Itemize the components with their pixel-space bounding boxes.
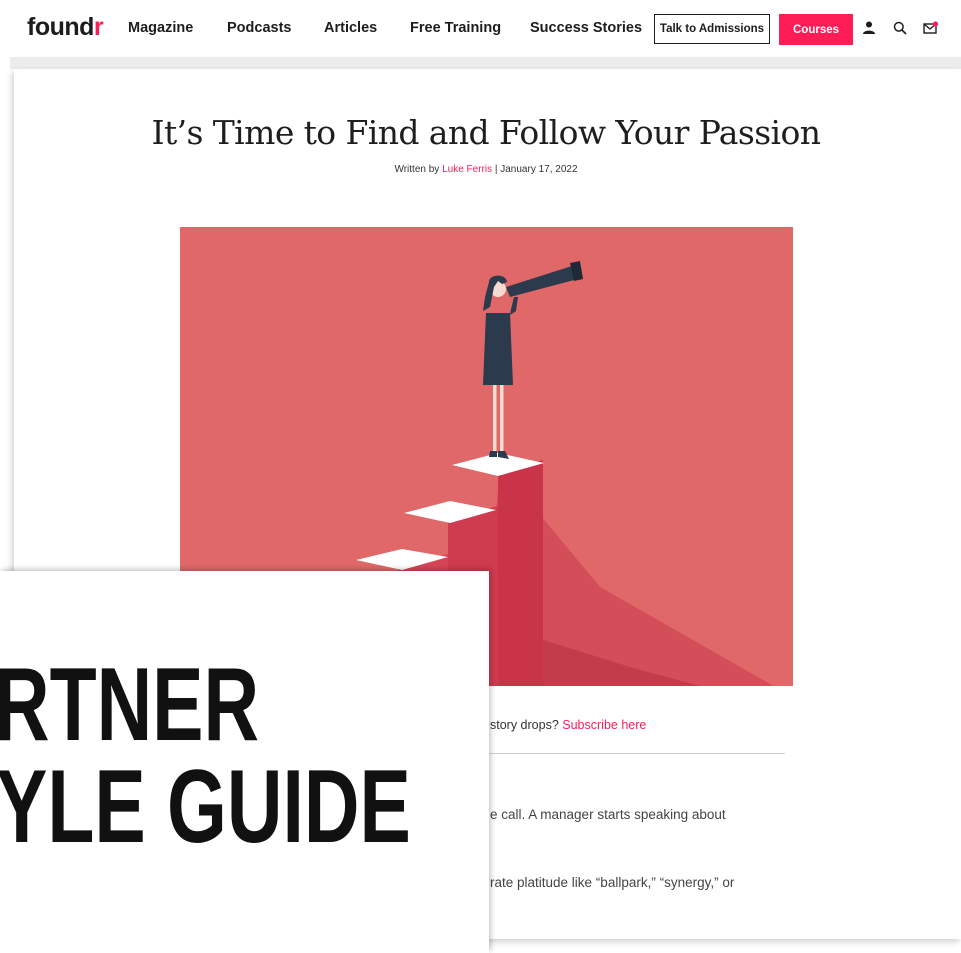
search-icon[interactable] bbox=[891, 19, 909, 37]
article-paragraph: e call. A manager starts speaking about bbox=[490, 807, 726, 822]
article-title: It’s Time to Find and Follow Your Passio… bbox=[151, 113, 821, 152]
subscribe-text: story drops? bbox=[490, 718, 563, 732]
talk-to-admissions-button[interactable]: Talk to Admissions bbox=[654, 14, 770, 44]
author-link[interactable]: Luke Ferris bbox=[442, 164, 492, 175]
overlay-heading-line-1: RTNER bbox=[0, 647, 260, 763]
byline-date: | January 17, 2022 bbox=[492, 164, 578, 175]
header-divider-band bbox=[10, 57, 961, 69]
nav-articles[interactable]: Articles bbox=[324, 20, 377, 36]
mail-icon[interactable] bbox=[922, 19, 940, 37]
nav-podcasts[interactable]: Podcasts bbox=[227, 20, 291, 36]
overlay-heading-line-2: YLE GUIDE bbox=[0, 749, 411, 865]
logo-text: found bbox=[27, 13, 94, 41]
style-guide-overlay-card: RTNER YLE GUIDE bbox=[0, 571, 489, 953]
foundr-logo[interactable]: foundr bbox=[27, 13, 104, 42]
content-divider bbox=[490, 753, 785, 754]
article-paragraph: rate platitude like “ballpark,” “synergy… bbox=[490, 875, 735, 890]
subscribe-prompt: story drops? Subscribe here bbox=[490, 718, 646, 732]
site-header: foundr Magazine Podcasts Articles Free T… bbox=[10, 0, 961, 57]
logo-accent: r bbox=[93, 13, 104, 41]
byline-prefix: Written by bbox=[394, 164, 443, 175]
nav-free-training[interactable]: Free Training bbox=[410, 20, 501, 36]
article-byline: Written by Luke Ferris | January 17, 202… bbox=[14, 164, 958, 175]
nav-magazine[interactable]: Magazine bbox=[128, 20, 193, 36]
user-icon[interactable] bbox=[860, 19, 878, 37]
subscribe-link[interactable]: Subscribe here bbox=[562, 718, 646, 732]
courses-button[interactable]: Courses bbox=[779, 14, 853, 45]
nav-success-stories[interactable]: Success Stories bbox=[530, 20, 642, 36]
